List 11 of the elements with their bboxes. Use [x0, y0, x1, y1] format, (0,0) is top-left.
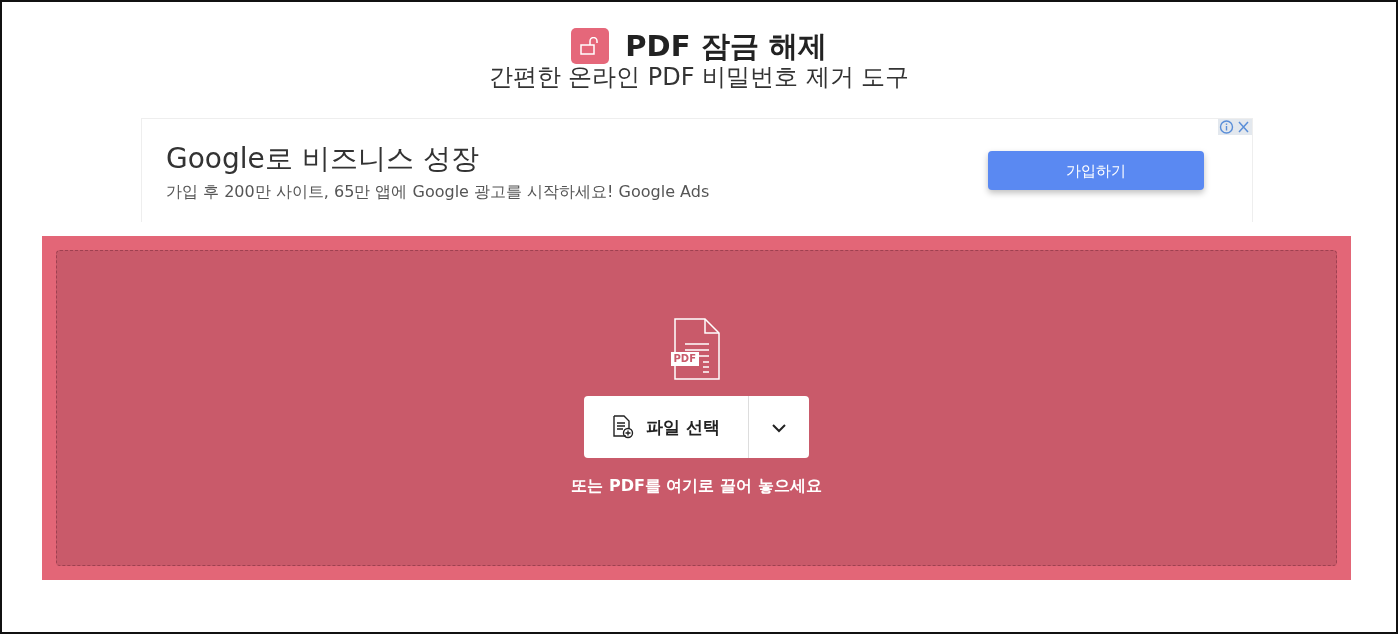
- drop-hint: 또는 PDF를 여기로 끌어 놓으세요: [571, 475, 822, 498]
- caret-icon: [770, 422, 787, 433]
- info-icon[interactable]: [1218, 119, 1235, 136]
- ad-text: 가입 후 200만 사이트, 65만 앱에 Google 광고를 시작하세요! Google Ads: [166, 180, 710, 203]
- page-title: PDF 잠금 해제: [625, 28, 827, 64]
- page-subtitle: 간편한 온라인 PDF 비밀번호 제거 도구: [487, 64, 911, 91]
- file-add-icon: [612, 415, 635, 440]
- pdf-file-icon: PDF: [670, 318, 723, 381]
- unlock-icon: [571, 28, 610, 64]
- ad-headline: Google로 비즈니스 성장: [166, 140, 480, 177]
- drop-zone[interactable]: PDF 파일 선택 또는 PDF를 여기로 끌어 놓으세요: [56, 250, 1337, 567]
